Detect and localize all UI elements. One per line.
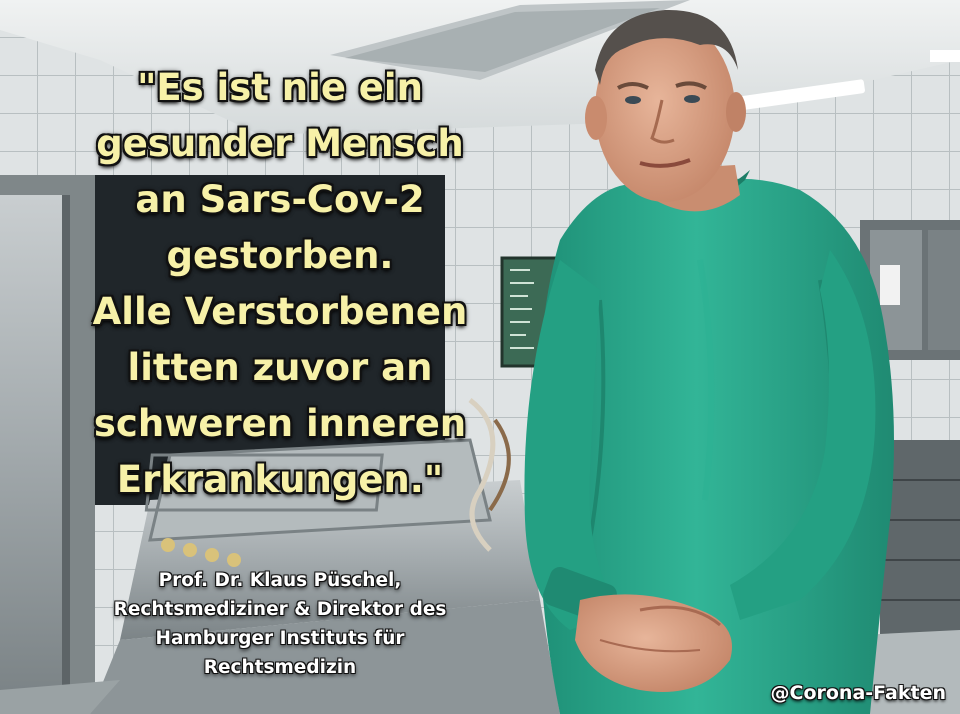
quote-line: gesunder Mensch [96,122,464,165]
attribution-line: Rechtsmediziner & Direktor des [113,599,447,620]
attribution-line: Rechtsmedizin [203,657,357,678]
quote-line: Alle Verstorbenen [92,290,468,333]
quote-line: schweren inneren [93,402,467,445]
quote-line: Erkrankungen." [116,458,444,501]
quote-line: "Es ist nie ein [137,66,423,109]
attribution-line: Hamburger Instituts für [155,628,405,649]
quote-text: "Es ist nie ein gesunder Mensch an Sars-… [40,60,520,508]
attribution-line: Prof. Dr. Klaus Püschel, [158,570,402,591]
quote-line: an Sars-Cov-2 [135,178,425,221]
attribution-text: Prof. Dr. Klaus Püschel, Rechtsmediziner… [60,566,500,682]
quote-line: gestorben. [166,234,394,277]
watermark-handle: @Corona-Fakten [770,682,946,704]
meme-image: "Es ist nie ein gesunder Mensch an Sars-… [0,0,960,714]
quote-line: litten zuvor an [127,346,433,389]
